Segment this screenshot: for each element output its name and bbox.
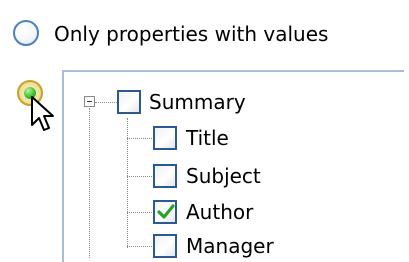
only-with-values-label[interactable]: Only properties with values [54, 20, 328, 48]
tree-connector [127, 138, 152, 139]
tree-connector [127, 246, 152, 247]
collapse-icon[interactable] [84, 96, 95, 107]
tree-item-author[interactable]: Author [186, 198, 253, 226]
tree-item-summary[interactable]: Summary [149, 88, 246, 116]
tree-item-subject[interactable]: Subject [186, 162, 261, 190]
checkbox-manager[interactable] [153, 234, 177, 258]
mouse-pointer-icon [31, 96, 54, 131]
tree-connector [89, 108, 90, 258]
checkbox-title[interactable] [153, 126, 177, 150]
tree-connector [127, 212, 152, 213]
checkbox-author[interactable] [153, 200, 177, 224]
tree-item-title[interactable]: Title [186, 124, 229, 152]
checkbox-summary[interactable] [117, 90, 141, 114]
tree-connector [95, 102, 117, 103]
tree-connector [127, 176, 152, 177]
checkbox-subject[interactable] [153, 164, 177, 188]
tree-item-manager[interactable]: Manager [186, 232, 274, 260]
check-icon [157, 204, 175, 219]
only-with-values-radio[interactable] [13, 20, 39, 46]
